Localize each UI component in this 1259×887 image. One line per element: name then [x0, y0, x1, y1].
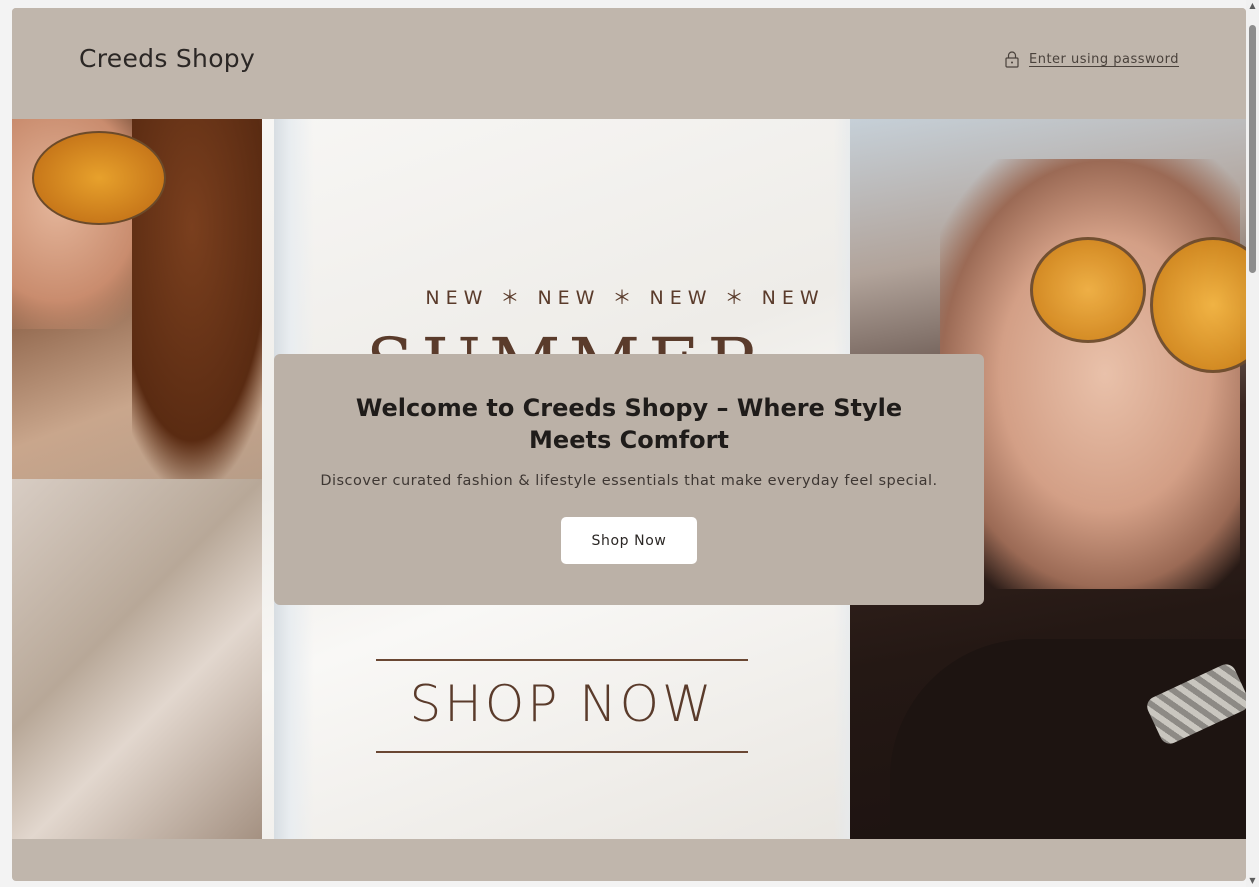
sunglasses-left [32, 131, 166, 225]
model-face-right [940, 159, 1240, 589]
banner-new-text: NEW ＊ NEW ＊ NEW ＊ NEW [12, 283, 1246, 310]
hero-banner: NEW ＊ NEW ＊ NEW ＊ NEW SUMMER SHOP NOW We… [12, 119, 1246, 839]
store-logo[interactable]: Creeds Shopy [79, 44, 255, 73]
enter-password-label: Enter using password [1029, 52, 1179, 67]
enter-password-link[interactable]: Enter using password [1005, 51, 1179, 68]
lock-icon [1005, 51, 1019, 68]
welcome-card: Welcome to Creeds Shopy – Where Style Me… [274, 354, 984, 605]
scroll-down-arrow-icon[interactable]: ▼ [1246, 875, 1259, 887]
welcome-title: Welcome to Creeds Shopy – Where Style Me… [355, 394, 903, 454]
welcome-subtitle: Discover curated fashion & lifestyle ess… [320, 473, 938, 489]
banner-shop-now-text: SHOP NOW [409, 675, 715, 733]
vertical-scrollbar[interactable]: ▲ ▼ [1246, 0, 1259, 887]
banner-shop-now-frame: SHOP NOW [376, 659, 748, 753]
model-shirt-left [12, 479, 282, 839]
shop-now-button[interactable]: Shop Now [561, 517, 697, 564]
scroll-thumb[interactable] [1249, 25, 1256, 273]
site-header: Creeds Shopy Enter using password [12, 8, 1246, 119]
model-photo-left [12, 119, 302, 839]
password-page: Creeds Shopy Enter using password NEW ＊ … [12, 8, 1246, 881]
scroll-up-arrow-icon[interactable]: ▲ [1246, 0, 1259, 12]
browser-viewport: Creeds Shopy Enter using password NEW ＊ … [0, 0, 1259, 887]
banner-new-line: NEW ＊ NEW ＊ NEW ＊ NEW [425, 287, 825, 309]
model-sweater-right [890, 639, 1246, 839]
